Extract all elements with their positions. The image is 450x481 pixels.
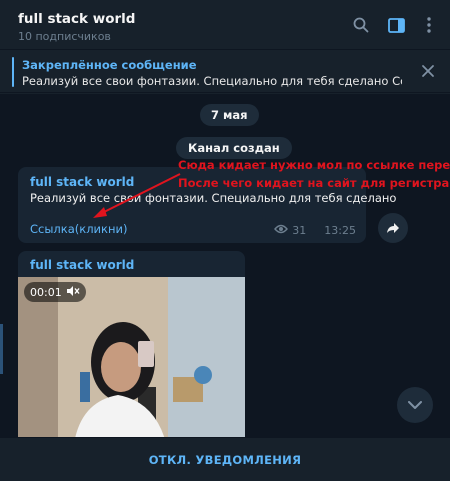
video-thumbnail[interactable]: 00:01 [18,277,245,437]
pinned-message-bar[interactable]: Закреплённое сообщение Реализуй все свои… [0,51,450,93]
muted-speaker-icon[interactable] [66,285,80,300]
chevron-down-icon [408,400,422,409]
sidebar-toggle-icon[interactable] [385,14,407,36]
pinned-text: Реализуй все свои фонтазии. Специально д… [22,74,402,88]
scroll-down-button[interactable] [397,387,433,423]
subscriber-count: 10 подписчиков [18,30,111,43]
mute-notifications-label: ОТКЛ. УВЕДОМЛЕНИЯ [148,452,302,467]
video-duration: 00:01 [30,285,62,299]
more-vertical-icon[interactable] [418,14,440,36]
close-icon[interactable] [420,63,436,79]
pinned-title: Закреплённое сообщение [22,58,197,72]
scroll-indicator [0,324,3,374]
message-author[interactable]: full stack world [30,258,134,272]
mute-notifications-button[interactable]: ОТКЛ. УВЕДОМЛЕНИЯ [0,437,450,481]
video-duration-badge: 00:01 [24,282,86,302]
pinned-accent-bar [12,57,14,87]
channel-title[interactable]: full stack world [18,11,135,27]
message-list[interactable]: 7 мая Канал создан full stack world Реал… [0,94,450,437]
chat-header: full stack world 10 подписчиков [0,0,450,50]
search-icon[interactable] [350,14,372,36]
video-message-bubble[interactable]: full stack world 00:01 [18,251,245,437]
